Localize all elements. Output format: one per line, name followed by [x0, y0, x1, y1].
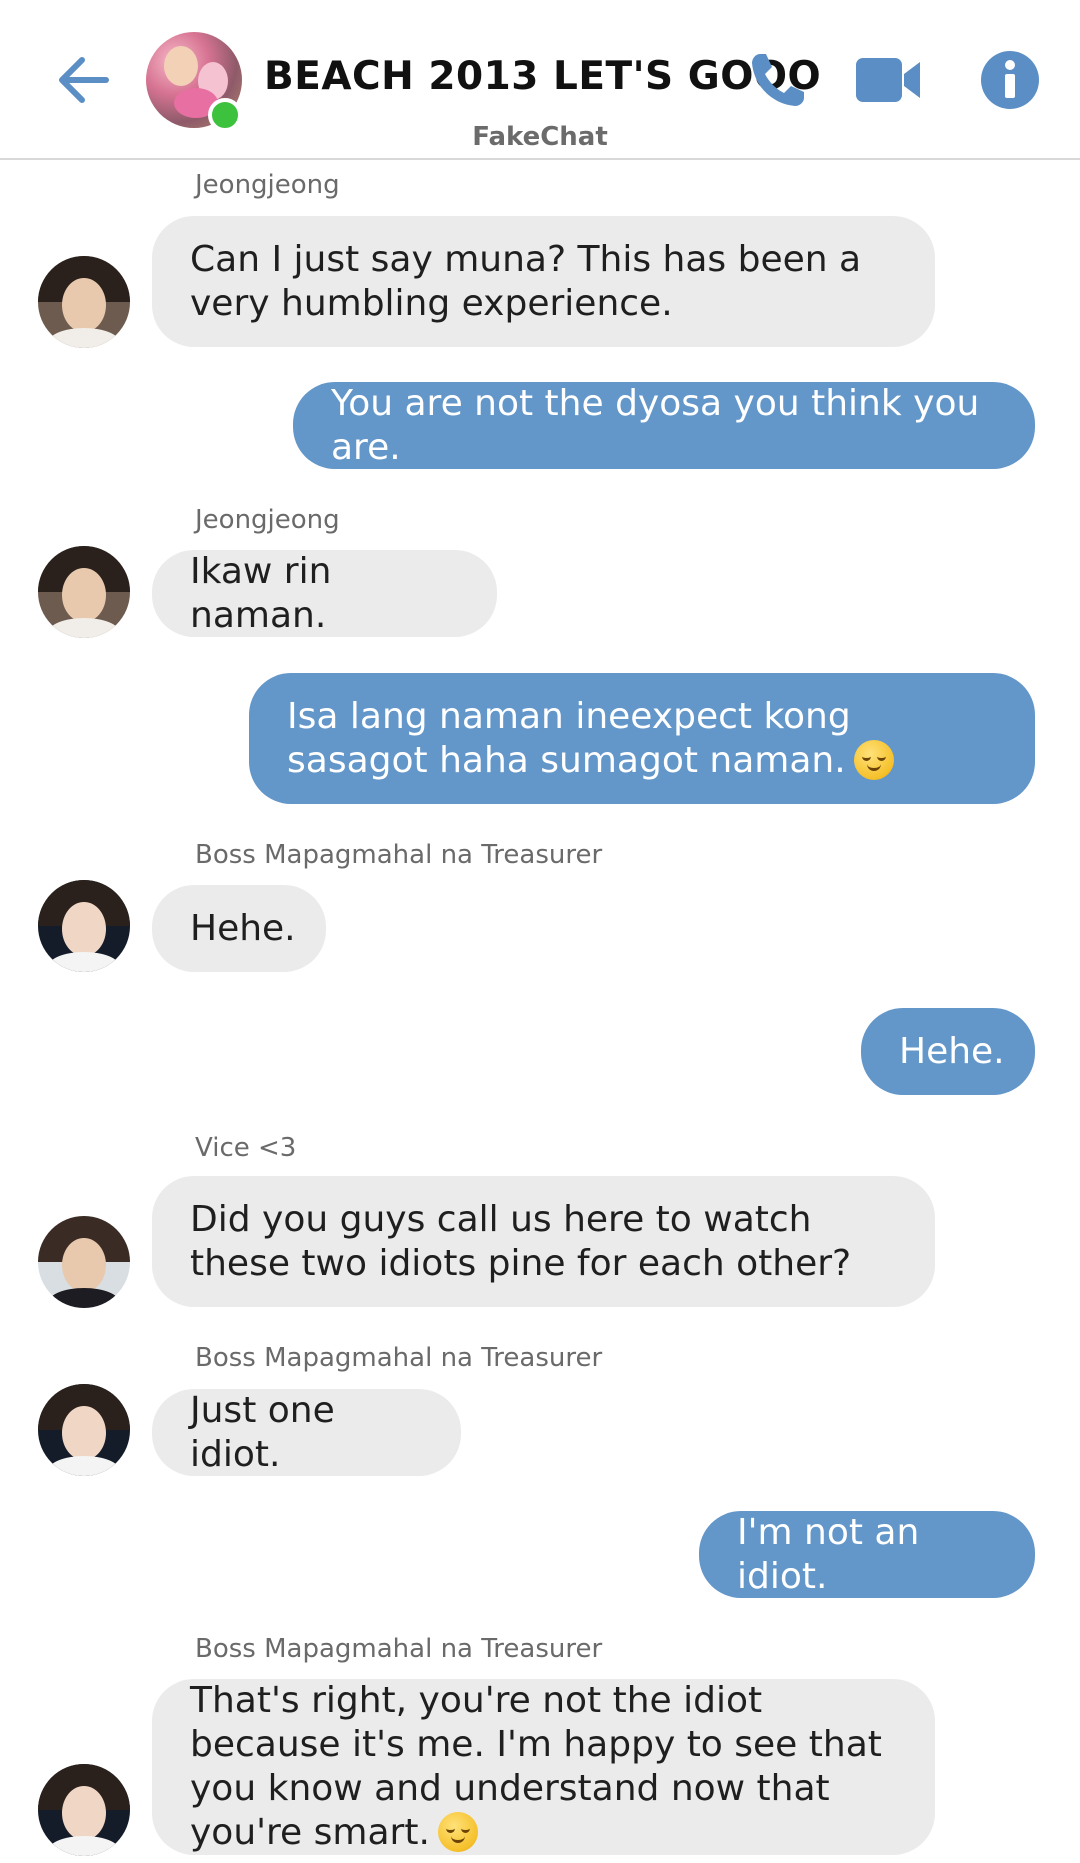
- phone-icon: [752, 54, 804, 106]
- message-bubble-outgoing[interactable]: Hehe.: [861, 1008, 1035, 1095]
- info-icon: [981, 51, 1039, 109]
- message-bubble-incoming[interactable]: Just one idiot.: [152, 1389, 461, 1476]
- message-bubble-incoming[interactable]: Hehe.: [152, 885, 326, 972]
- chat-title[interactable]: BEACH 2013 LET'S GOOO: [264, 54, 821, 99]
- info-button[interactable]: [980, 50, 1040, 110]
- message-bubble-incoming[interactable]: Ikaw rin naman.: [152, 550, 497, 637]
- relieved-face-emoji-icon: [853, 739, 894, 780]
- sender-avatar[interactable]: [38, 256, 130, 348]
- sender-name: Boss Mapagmahal na Treasurer: [195, 840, 603, 870]
- sender-avatar[interactable]: [38, 1216, 130, 1308]
- app-name: FakeChat: [472, 122, 608, 152]
- video-camera-icon: [856, 58, 920, 102]
- sender-name: Boss Mapagmahal na Treasurer: [195, 1634, 603, 1664]
- message-text: Ikaw rin naman.: [190, 550, 332, 636]
- message-bubble-incoming[interactable]: Can I just say muna? This has been a ver…: [152, 216, 935, 347]
- message-bubble-incoming[interactable]: Did you guys call us here to watch these…: [152, 1176, 935, 1307]
- message-bubble-outgoing[interactable]: I'm not an idiot.: [699, 1511, 1035, 1598]
- back-arrow-icon: [59, 57, 109, 103]
- message-bubble-outgoing[interactable]: You are not the dyosa you think you are.: [293, 382, 1035, 469]
- message-text: Isa lang naman ineexpect kong sasagot ha…: [287, 695, 851, 781]
- message-text: That's right, you're not the idiot becau…: [190, 1680, 882, 1853]
- sender-avatar[interactable]: [38, 1384, 130, 1476]
- back-button[interactable]: [52, 48, 116, 112]
- chat-header: BEACH 2013 LET'S GOOO FakeChat: [0, 0, 1080, 160]
- message-text: Can I just say muna? This has been a ver…: [190, 238, 862, 324]
- message-text: You are not the dyosa you think you are.: [331, 382, 980, 468]
- message-text: Hehe.: [899, 1030, 1005, 1072]
- message-bubble-outgoing[interactable]: Isa lang naman ineexpect kong sasagot ha…: [249, 673, 1035, 804]
- sender-avatar[interactable]: [38, 1764, 130, 1856]
- video-call-button[interactable]: [854, 52, 924, 108]
- sender-name: Jeongjeong: [195, 505, 340, 535]
- sender-avatar[interactable]: [38, 546, 130, 638]
- sender-name: Vice <3: [195, 1133, 297, 1163]
- sender-avatar[interactable]: [38, 880, 130, 972]
- call-button[interactable]: [746, 48, 810, 112]
- sender-name: Boss Mapagmahal na Treasurer: [195, 1343, 603, 1373]
- message-bubble-incoming[interactable]: That's right, you're not the idiot becau…: [152, 1679, 935, 1855]
- message-text: Just one idiot.: [190, 1389, 335, 1475]
- sender-name: Jeongjeong: [195, 170, 340, 200]
- message-text: Did you guys call us here to watch these…: [190, 1198, 852, 1284]
- smiling-face-emoji-icon: [437, 1812, 478, 1852]
- message-text: I'm not an idiot.: [737, 1511, 920, 1597]
- message-text: Hehe.: [190, 907, 296, 949]
